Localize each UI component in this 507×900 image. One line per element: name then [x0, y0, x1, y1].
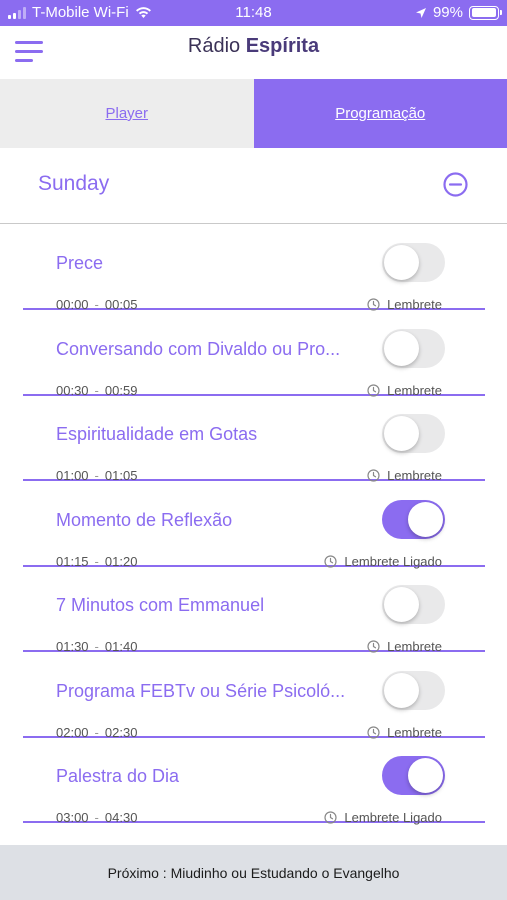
program-row[interactable]: Momento de Reflexão 01:15-01:20 Lembrete L…: [23, 482, 485, 569]
reminder-toggle[interactable]: [382, 670, 445, 710]
next-program-bar: Próximo : Miudinho ou Estudando o Evange…: [0, 845, 507, 900]
reminder-toggle[interactable]: [382, 414, 445, 453]
toggle-knob: [384, 245, 419, 280]
reminder-toggle[interactable]: [382, 756, 445, 795]
app-title-part1: Rádio: [187, 35, 246, 57]
program-title: Espiritualidade em Gotas: [56, 424, 258, 444]
program-title: Conversando com Divaldo ou Pro...: [56, 338, 341, 359]
toggle-knob: [408, 501, 443, 537]
status-bar: T-Mobile Wi-Fi 11:48 99%: [0, 0, 507, 26]
program-row[interactable]: Prece 00:00-00:05 Lembrete: [23, 225, 485, 312]
reminder-label: Lembrete Ligado: [344, 810, 442, 825]
program-row[interactable]: Conversando com Divaldo ou Pro... 00:30-0…: [23, 311, 485, 398]
toggle-knob: [408, 758, 443, 793]
start-time: 03:00: [56, 810, 89, 825]
program-row[interactable]: Palestra do Dia 03:00-04:30 Lembrete Ligad…: [23, 738, 485, 825]
app-title: Rádio Espírita: [0, 35, 507, 58]
location-arrow-icon: [415, 7, 426, 18]
tab-programacao[interactable]: Programação: [253, 79, 507, 148]
program-row[interactable]: Programa FEBTv ou Série Psicoló... 02:00-…: [23, 653, 485, 740]
reminder-toggle[interactable]: [382, 328, 445, 368]
tab-bar: Player Programação: [0, 79, 507, 148]
program-title: Programa FEBTv ou Série Psicoló...: [56, 680, 346, 701]
battery-icon: [469, 5, 502, 20]
program-title: Momento de Reflexão: [56, 509, 233, 530]
status-right: 99%: [415, 4, 502, 21]
app-header: Rádio Espírita: [0, 26, 507, 78]
end-time: 04:30: [104, 810, 138, 825]
program-title: Prece: [56, 253, 104, 273]
toggle-knob: [384, 672, 419, 708]
program-time: 03:00-04:30: [56, 810, 137, 825]
program-row[interactable]: 7 Minutos com Emmanuel 01:30-01:40 Lembret…: [23, 567, 485, 654]
program-title: Palestra do Dia: [56, 766, 180, 786]
program-row[interactable]: Espiritualidade em Gotas 01:00-01:05 Lembr…: [23, 396, 485, 483]
tab-player[interactable]: Player: [0, 79, 254, 148]
collapse-minus-icon[interactable]: [443, 172, 468, 197]
toggle-knob: [384, 330, 419, 366]
clock-icon: [324, 554, 338, 568]
clock-icon: [324, 811, 338, 824]
reminder-toggle[interactable]: [382, 499, 445, 539]
reminder-toggle[interactable]: [382, 585, 445, 624]
clock-icon: [367, 725, 380, 739]
toggle-knob: [384, 587, 419, 622]
day-label: Sunday: [38, 172, 110, 195]
reminder-status: Lembrete Ligado: [324, 810, 442, 825]
time-separator: -: [94, 810, 99, 825]
clock-icon: [367, 469, 380, 482]
clock-icon: [367, 383, 380, 397]
battery-percent: 99%: [432, 4, 463, 21]
toggle-knob: [384, 416, 419, 451]
program-title: 7 Minutos com Emmanuel: [56, 595, 265, 615]
clock-icon: [367, 640, 380, 653]
app-title-part2: Espírita: [245, 35, 320, 57]
reminder-toggle[interactable]: [382, 243, 445, 282]
clock-icon: [367, 298, 380, 311]
day-section-header[interactable]: Sunday: [0, 148, 507, 224]
